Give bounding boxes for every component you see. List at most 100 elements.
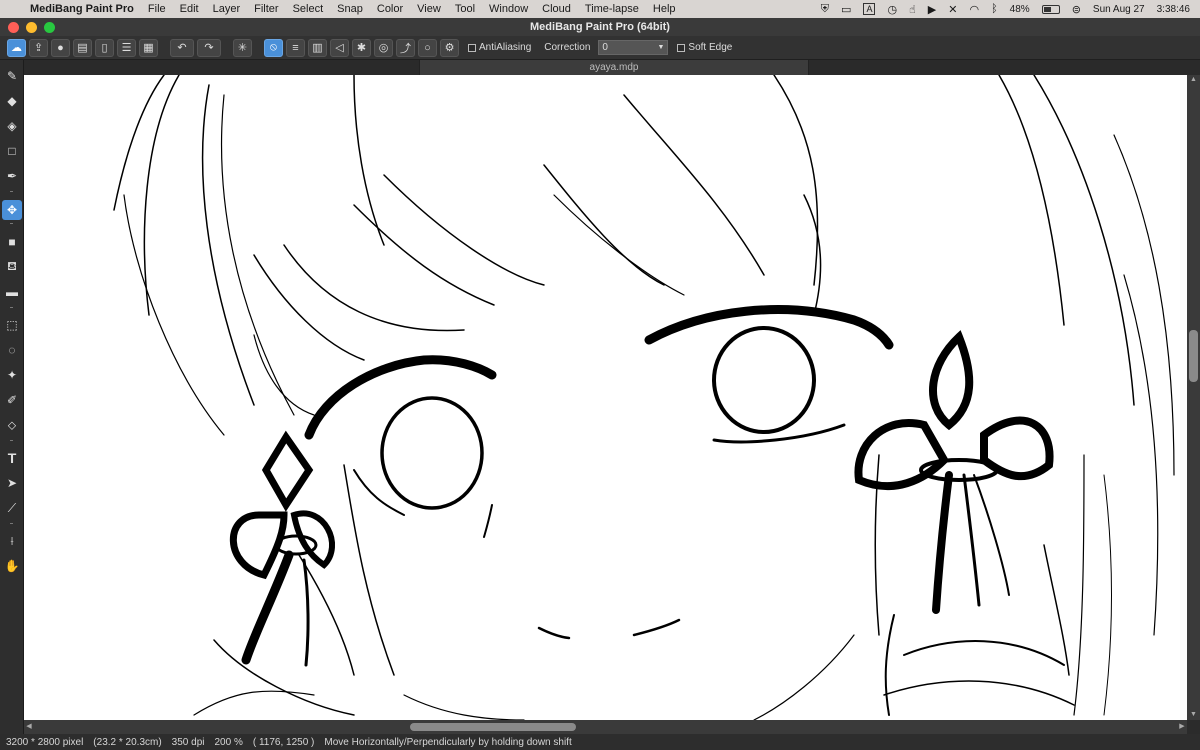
upload-icon[interactable]: ⇪ [29,38,48,57]
cross-snap-icon[interactable]: ▥ [308,38,327,57]
control-center-icon[interactable]: ⊜ [1072,3,1081,16]
eraser-icon[interactable]: ◆ [2,91,22,111]
scroll-left-icon[interactable]: ◀ [24,720,34,734]
bluetooth-icon[interactable]: ᛒ [991,3,998,15]
text-icon[interactable]: T [2,448,22,468]
touch-icon[interactable]: ☝ [909,3,916,16]
menu-help[interactable]: Help [653,3,676,15]
antialiasing-checkbox[interactable]: AntiAliasing [468,42,531,53]
snap-off-icon[interactable]: ⦸ [264,38,283,57]
close-window-button[interactable] [8,22,19,33]
redo-icon[interactable]: ↷ [197,38,221,57]
menu-time-lapse[interactable]: Time-lapse [585,3,639,15]
menu-cloud[interactable]: Cloud [542,3,571,15]
concentric-snap-icon[interactable]: ◎ [374,38,393,57]
circle-snap-icon[interactable]: ○ [418,38,437,57]
status-cm-size: (23.2 * 20.3cm) [93,736,162,748]
page-list-icon[interactable]: ☰ [117,38,136,57]
vertical-scrollbar[interactable]: ▲ ▼ [1187,75,1200,720]
window-title-bar: MediBang Paint Pro (64bit) [0,18,1200,36]
status-zoom: 200 % [214,736,243,748]
magic-wand-icon[interactable]: ✦ [2,365,22,385]
curve-snap-icon[interactable]: ⤴ [396,38,415,57]
window-title: MediBang Paint Pro (64bit) [530,21,670,33]
antialiasing-label: AntiAliasing [479,42,532,53]
battery-icon[interactable] [1041,4,1060,14]
menu-snap[interactable]: Snap [337,3,363,15]
scroll-down-icon[interactable]: ▼ [1187,710,1200,720]
status-dpi: 350 dpi [171,736,205,748]
comment-icon[interactable]: ▤ [73,38,92,57]
dot-eraser-icon[interactable]: ◈ [2,116,22,136]
time-machine-icon[interactable]: ◷ [887,3,897,16]
drawing-canvas[interactable] [24,75,1187,720]
document-tab[interactable]: ayaya.mdp [419,60,809,75]
filled-square-icon[interactable]: ■ [2,232,22,252]
battery-percent: 48% [1009,3,1030,15]
gradient-icon[interactable]: ▬ [2,282,22,302]
menu-tool[interactable]: Tool [455,3,475,15]
cloud-icon[interactable]: ☁ [7,38,26,57]
correction-select[interactable]: 0 ▼ [598,40,669,55]
grid-icon[interactable]: ▦ [139,38,158,57]
play-icon[interactable]: ▶ [928,3,936,16]
main-toolbar: ☁ ⇪ ● ▤ ▯ ☰ ▦ ↶ ↷ ✳ ⦸ ≡ ▥ ◁ ✱ ◎ ⤴ ○ ⚙ An… [0,36,1200,60]
display-icon[interactable]: ▭ [841,3,851,16]
menu-layer[interactable]: Layer [213,3,241,15]
select-rect-icon[interactable]: ⬚ [2,315,22,335]
menu-color[interactable]: Color [377,3,403,15]
menu-date[interactable]: Sun Aug 27 [1093,4,1145,15]
loading-snap-icon[interactable]: ✳ [233,38,252,57]
scroll-up-icon[interactable]: ▲ [1187,75,1200,85]
checkbox-icon[interactable] [677,43,686,52]
app-menu[interactable]: MediBang Paint Pro [30,3,134,15]
tool-palette: ✎ ◆ ◈ □ ✒ ✥ ■ ⛾ ▬ ⬚ ◌ ✦ ✐ ⬦ T ➤ ⟋ ⟊ ✋ [0,60,24,736]
vertical-scroll-thumb[interactable] [1189,330,1198,382]
status-pixel-size: 3200 * 2800 pixel [6,736,84,748]
checkbox-icon[interactable] [468,43,476,52]
divide-icon[interactable]: ⟋ [2,498,22,518]
speech-bubble-icon[interactable]: ● [51,38,70,57]
move-icon[interactable]: ✥ [2,200,22,220]
radial-snap-icon[interactable]: ✱ [352,38,371,57]
correction-label: Correction [544,42,591,53]
wifi-icon[interactable]: ◠ [969,3,979,16]
mute-icon[interactable]: ✕ [948,3,957,16]
horizontal-scroll-thumb[interactable] [410,723,576,731]
settings-snap-icon[interactable]: ⚙ [440,38,459,57]
minimize-window-button[interactable] [26,22,37,33]
menu-window[interactable]: Window [489,3,528,15]
shield-icon[interactable]: ⛨ [821,3,829,16]
scroll-right-icon[interactable]: ▶ [1177,720,1187,734]
input-source-icon[interactable]: A [863,3,876,15]
brush-icon[interactable]: ✎ [2,66,22,86]
document-tab-bar: ayaya.mdp [24,60,1200,75]
menu-filter[interactable]: Filter [254,3,278,15]
select-pen-icon[interactable]: ✐ [2,390,22,410]
eyedropper-icon[interactable]: ⟊ [2,531,22,551]
soft-edge-checkbox[interactable]: Soft Edge [677,42,732,53]
zoom-window-button[interactable] [44,22,55,33]
select-eraser-icon[interactable]: ⬦ [2,415,22,435]
undo-icon[interactable]: ↶ [170,38,194,57]
vanishing-point-snap-icon[interactable]: ◁ [330,38,349,57]
page-icon[interactable]: ▯ [95,38,114,57]
line-art-illustration [113,75,1175,720]
macos-menu-bar: MediBang Paint Pro File Edit Layer Filte… [0,0,1200,18]
pen-icon[interactable]: ✒ [2,166,22,186]
horizontal-scrollbar[interactable]: ◀ ▶ [24,720,1187,734]
bucket-icon[interactable]: ⛾ [2,257,22,277]
cursor-icon[interactable]: ➤ [2,473,22,493]
rectangle-icon[interactable]: □ [2,141,22,161]
chevron-down-icon: ▼ [657,44,665,51]
lasso-icon[interactable]: ◌ [2,340,22,360]
menu-select[interactable]: Select [293,3,324,15]
parallel-snap-icon[interactable]: ≡ [286,38,305,57]
status-hint: Move Horizontally/Perpendicularly by hol… [324,736,572,748]
hand-icon[interactable]: ✋ [2,556,22,576]
menu-file[interactable]: File [148,3,166,15]
menu-edit[interactable]: Edit [180,3,199,15]
status-bar: 3200 * 2800 pixel (23.2 * 20.3cm) 350 dp… [0,734,1200,750]
menu-time[interactable]: 3:38:46 [1157,4,1190,15]
menu-view[interactable]: View [417,3,441,15]
